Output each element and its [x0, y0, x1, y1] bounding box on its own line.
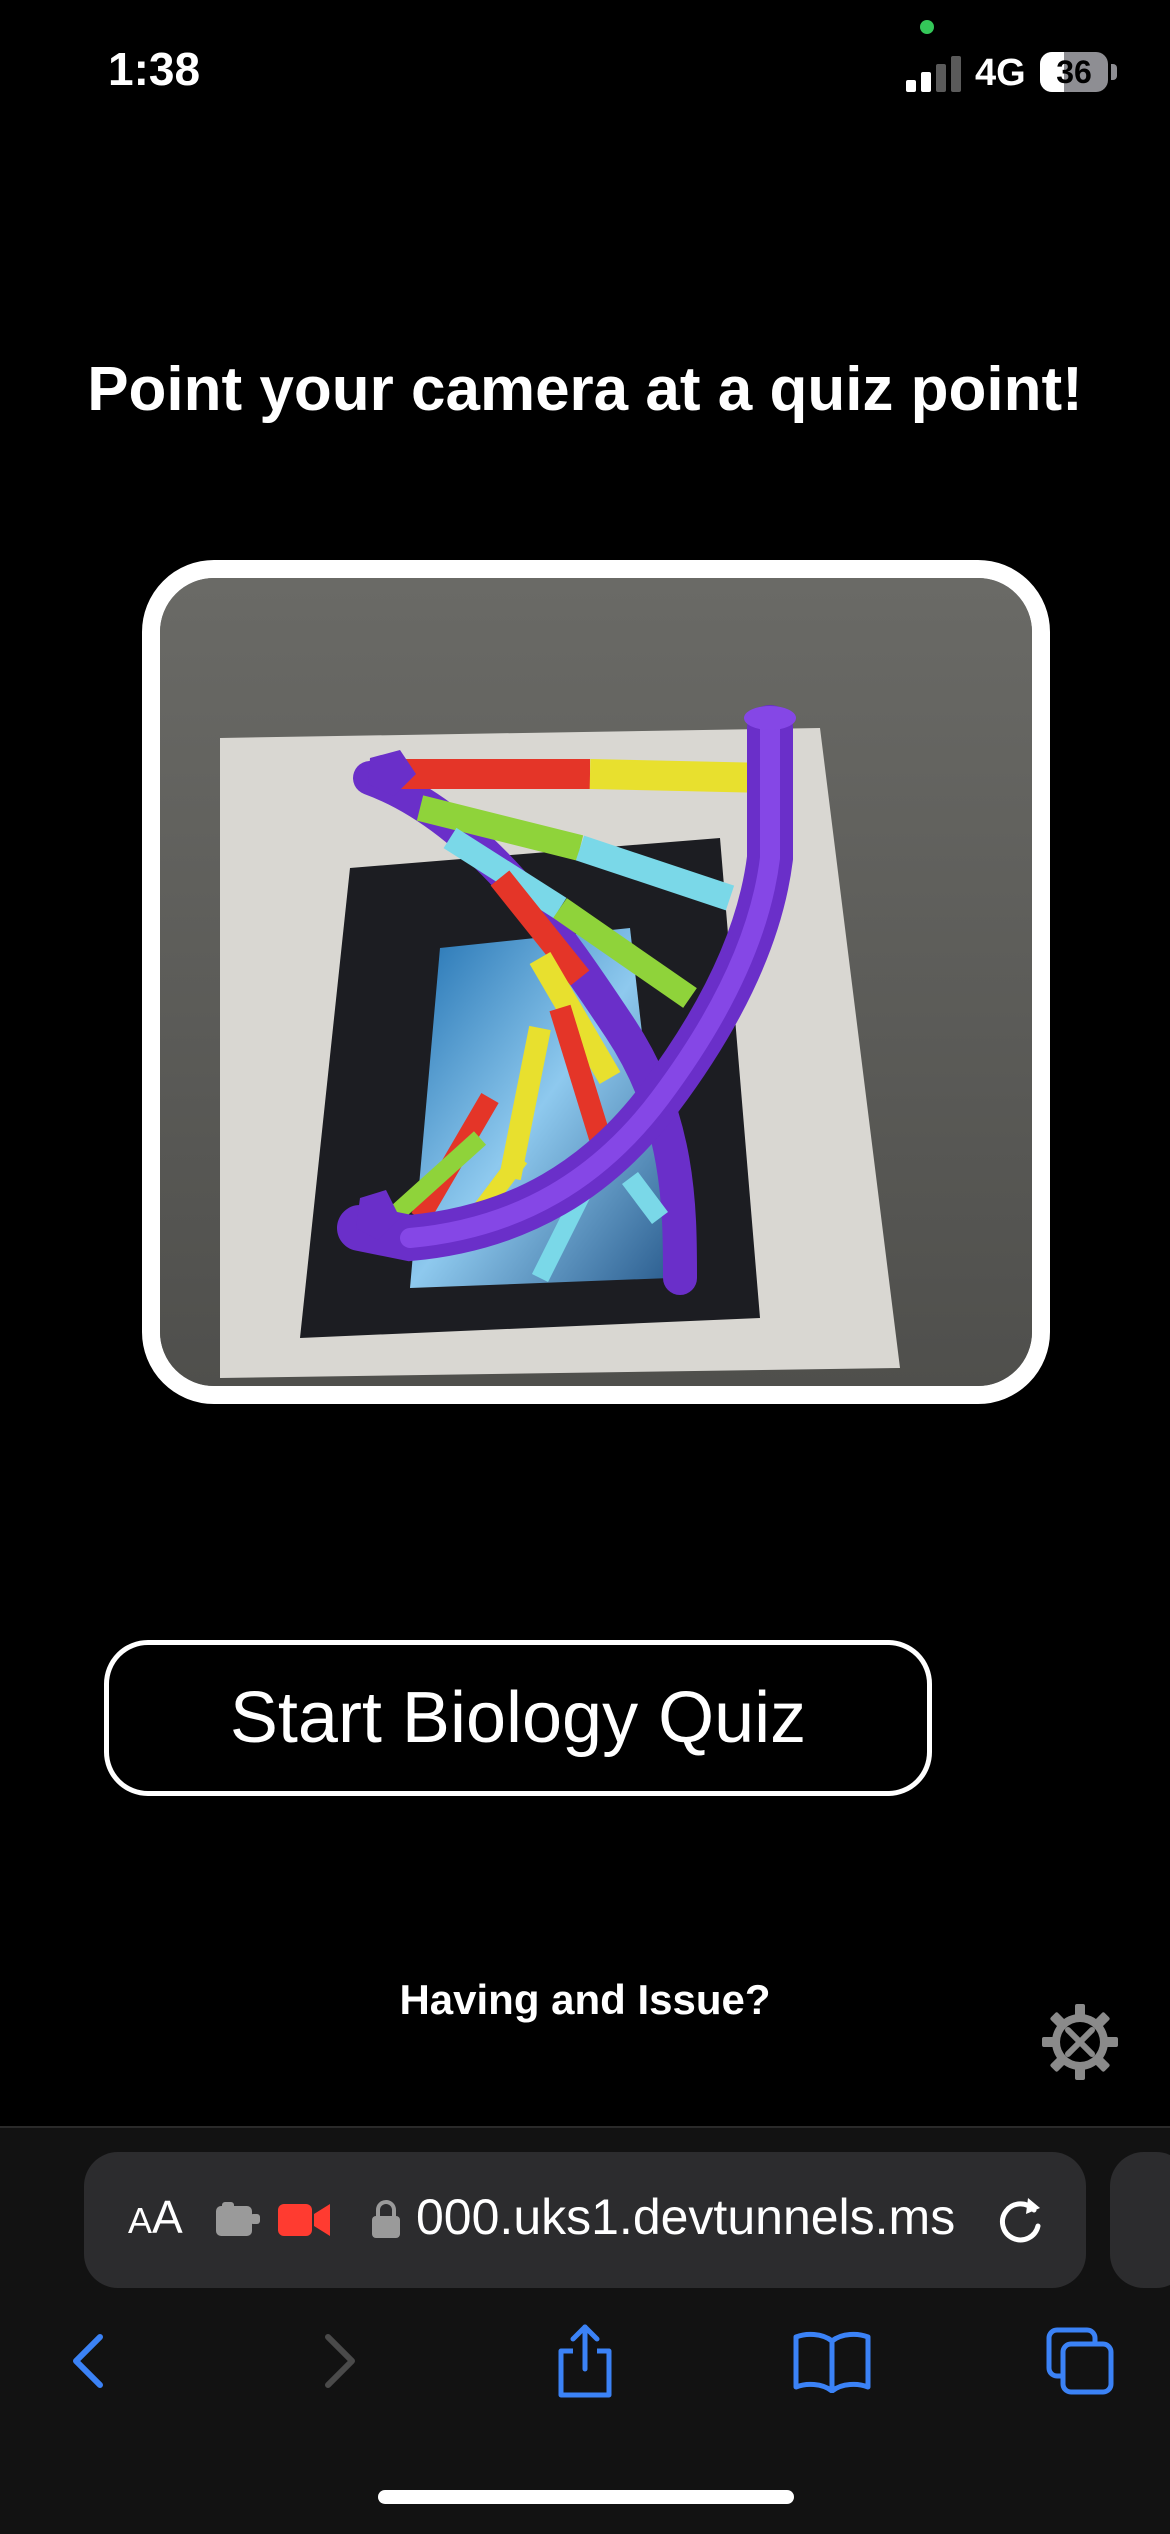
next-tab-preview[interactable] [1110, 2152, 1170, 2288]
battery-percent: 36 [1056, 54, 1092, 90]
tabs-icon [1046, 2327, 1114, 2395]
share-icon [558, 2324, 612, 2398]
reload-icon[interactable] [994, 2192, 1046, 2248]
battery-icon: 36 [1040, 52, 1108, 92]
lock-icon [370, 2198, 402, 2240]
chevron-left-icon [73, 2334, 103, 2388]
camera-recording-icon[interactable] [278, 2200, 330, 2240]
text-size-button[interactable]: A A [128, 2190, 183, 2244]
chevron-right-icon [325, 2334, 355, 2388]
camera-in-use-indicator [920, 20, 934, 34]
home-indicator [378, 2490, 794, 2504]
cellular-signal-icon [906, 56, 962, 92]
url-text[interactable]: 000.uks1.devtunnels.ms [416, 2188, 956, 2248]
text-size-large-a: A [152, 2191, 183, 2243]
share-button[interactable] [545, 2316, 625, 2406]
battery-tip [1111, 64, 1117, 80]
page-headline: Point your camera at a quiz point! [87, 355, 1083, 424]
camera-view [142, 560, 1050, 1404]
forward-button[interactable] [300, 2316, 380, 2406]
tabs-button[interactable] [1040, 2316, 1120, 2406]
text-size-small-a: A [128, 2200, 153, 2241]
gear-wrench-icon[interactable] [1040, 2002, 1120, 2082]
bookmarks-button[interactable] [792, 2316, 872, 2406]
extension-icon[interactable] [214, 2200, 264, 2240]
start-biology-quiz-button[interactable]: Start Biology Quiz [104, 1640, 932, 1796]
book-icon [793, 2331, 871, 2393]
having-an-issue-link[interactable]: Having and Issue? [0, 1976, 1170, 2024]
network-type: 4G [975, 52, 1026, 94]
status-time: 1:38 [108, 43, 201, 95]
back-button[interactable] [48, 2316, 128, 2406]
dna-helix-ar-model [160, 578, 1032, 1386]
